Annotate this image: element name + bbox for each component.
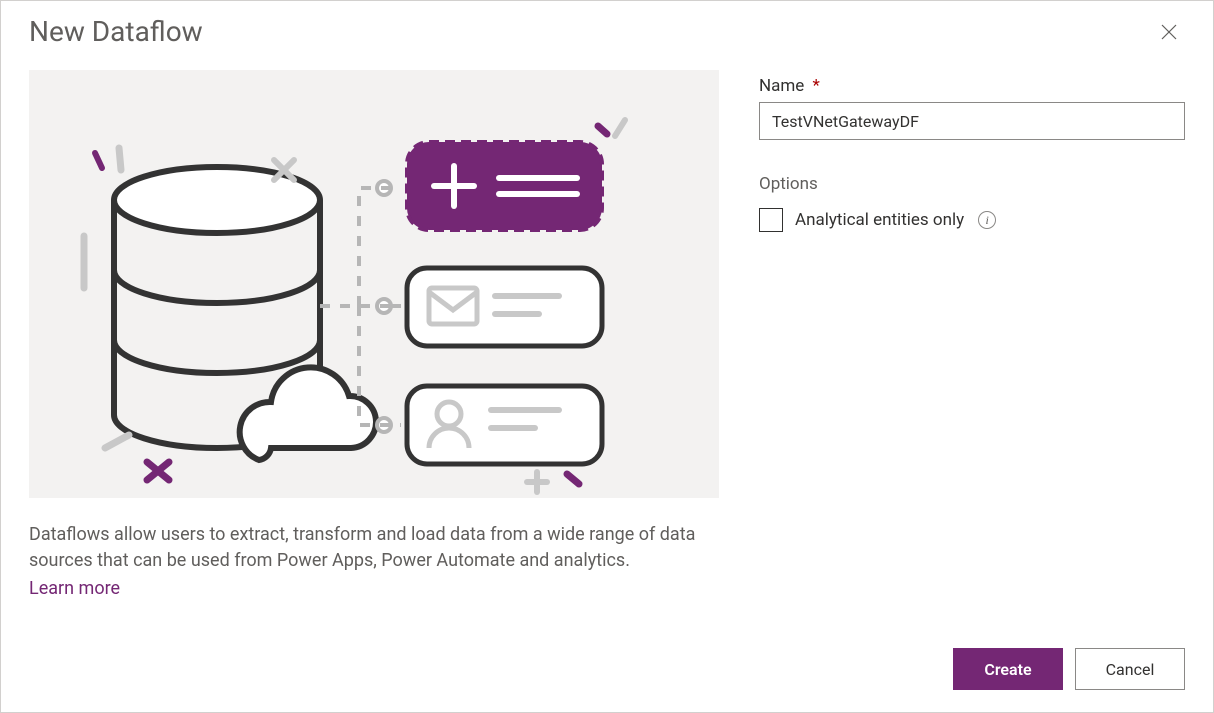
required-asterisk: * xyxy=(813,76,820,96)
cancel-button[interactable]: Cancel xyxy=(1075,648,1185,690)
dialog-title: New Dataflow xyxy=(29,15,203,48)
new-dataflow-dialog: New Dataflow xyxy=(0,0,1214,713)
dataflow-illustration xyxy=(29,70,719,498)
dialog-footer: Create Cancel xyxy=(953,648,1185,690)
dialog-description: Dataflows allow users to extract, transf… xyxy=(29,522,719,574)
close-button[interactable] xyxy=(1153,16,1185,48)
info-icon[interactable]: i xyxy=(978,211,996,229)
close-icon xyxy=(1161,24,1177,40)
analytical-entities-option: Analytical entities only i xyxy=(759,208,1185,232)
dialog-header: New Dataflow xyxy=(1,1,1213,58)
right-column: Name * Options Analytical entities only … xyxy=(759,70,1185,599)
name-input[interactable] xyxy=(759,102,1185,140)
analytical-entities-label: Analytical entities only xyxy=(795,210,964,230)
learn-more-link[interactable]: Learn more xyxy=(29,578,120,599)
options-header: Options xyxy=(759,174,1185,194)
create-button[interactable]: Create xyxy=(953,648,1063,690)
dialog-body: Dataflows allow users to extract, transf… xyxy=(1,58,1213,599)
analytical-entities-checkbox[interactable] xyxy=(759,208,783,232)
name-label-text: Name xyxy=(759,76,804,96)
left-column: Dataflows allow users to extract, transf… xyxy=(29,70,719,599)
name-label: Name * xyxy=(759,76,1185,96)
